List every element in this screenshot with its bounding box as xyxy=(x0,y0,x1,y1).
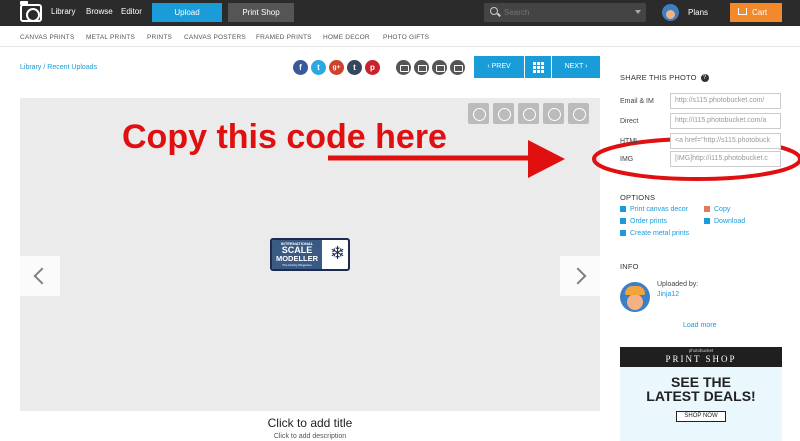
print-canvas-decor-link[interactable]: Print canvas decor xyxy=(620,206,688,213)
img-label: IMG xyxy=(620,156,634,163)
img-code-field[interactable]: [IMG]http://i115.photobucket.c xyxy=(670,151,781,167)
uploaded-by-label: Uploaded by: xyxy=(657,281,699,288)
help-icon[interactable]: ? xyxy=(700,74,709,83)
html-label: HTML xyxy=(620,138,640,145)
order-prints-link[interactable]: Order prints xyxy=(620,218,667,225)
annotation-arrow-head xyxy=(528,140,565,178)
ad-banner: photobucket PRINT SHOP xyxy=(620,347,782,367)
html-code-field[interactable]: <a href="http://s115.photobuck xyxy=(670,133,781,149)
direct-link-field[interactable]: http://i115.photobucket.com/a xyxy=(670,113,781,129)
create-metal-prints-link[interactable]: Create metal prints xyxy=(620,230,689,237)
direct-label: Direct xyxy=(620,118,639,125)
print-shop-ad[interactable]: photobucket PRINT SHOP SEE THE LATEST DE… xyxy=(620,347,782,441)
ad-headline: SEE THE LATEST DEALS! xyxy=(646,374,756,404)
email-im-field[interactable]: http://s115.photobucket.com/ xyxy=(670,93,781,109)
info-heading: INFO xyxy=(620,262,639,271)
load-more-link[interactable]: Load more xyxy=(683,322,716,329)
share-photo-heading: SHARE THIS PHOTO? xyxy=(620,73,709,83)
photo-description[interactable]: Click to add description xyxy=(20,433,600,440)
shop-now-button[interactable]: SHOP NOW xyxy=(676,411,726,422)
options-heading: OPTIONS xyxy=(620,193,656,202)
uploader-avatar[interactable] xyxy=(620,282,650,312)
copy-link[interactable]: Copy xyxy=(704,206,730,213)
email-im-label: Email & IM xyxy=(620,98,654,105)
uploader-name-link[interactable]: Jinja12 xyxy=(657,291,679,298)
photo-title[interactable]: Click to add title xyxy=(20,416,600,430)
download-link[interactable]: Download xyxy=(704,218,745,225)
